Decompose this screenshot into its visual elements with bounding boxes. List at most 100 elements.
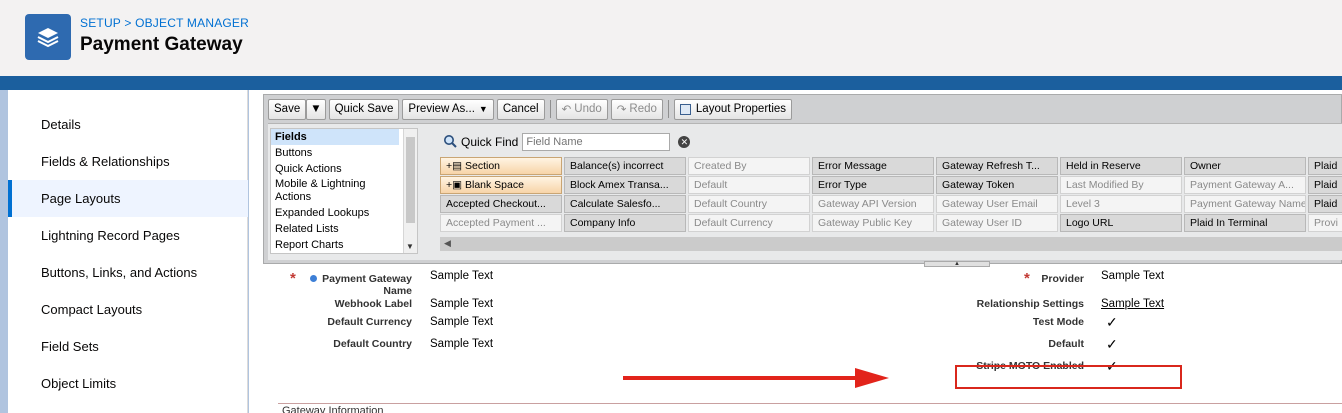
palette-field[interactable]: Accepted Checkout... bbox=[440, 195, 562, 213]
layout-properties-button[interactable]: Layout Properties bbox=[673, 98, 793, 120]
palette-field[interactable]: Plaid bbox=[1308, 157, 1342, 175]
palette-field[interactable]: Error Type bbox=[812, 176, 934, 194]
palette-field[interactable]: Logo URL bbox=[1060, 214, 1182, 232]
clear-icon[interactable]: ✕ bbox=[678, 136, 691, 148]
palette-field[interactable]: Calculate Salesfo... bbox=[564, 195, 686, 213]
palette-field[interactable]: Provi bbox=[1308, 214, 1342, 232]
palette-field[interactable]: Error Message bbox=[812, 157, 934, 175]
scroll-thumb[interactable] bbox=[406, 137, 415, 223]
cancel-button[interactable]: Cancel bbox=[496, 98, 545, 120]
toolbar-divider bbox=[549, 100, 551, 118]
sidebar-item-page-layouts[interactable]: Page Layouts bbox=[8, 180, 248, 217]
required-indicator: * bbox=[290, 270, 296, 287]
palette-field[interactable]: Last Modified By bbox=[1060, 176, 1182, 194]
layout-section: * Payment Gateway Name Sample Text Webho… bbox=[278, 267, 1342, 413]
caret-down-icon: ▼ bbox=[310, 103, 322, 115]
palette-field[interactable]: Owner bbox=[1184, 157, 1306, 175]
palette-field[interactable]: Held in Reserve bbox=[1060, 157, 1182, 175]
redo-label: Redo bbox=[629, 103, 657, 115]
quick-save-button[interactable]: Quick Save bbox=[328, 98, 400, 120]
annotation-highlight-box bbox=[955, 365, 1182, 389]
palette-horizontal-scrollbar[interactable]: ◀ bbox=[440, 237, 1342, 251]
palette-field[interactable]: Level 3 bbox=[1060, 195, 1182, 213]
sidebar-item-lightning-record-pages[interactable]: Lightning Record Pages bbox=[8, 217, 248, 254]
palette-field[interactable]: Gateway Refresh T... bbox=[936, 157, 1058, 175]
category-buttons[interactable]: Buttons bbox=[271, 145, 417, 161]
preview-as-button[interactable]: Preview As... ▼ bbox=[402, 98, 494, 120]
palette-field[interactable]: Payment Gateway Name bbox=[1184, 195, 1306, 213]
category-expanded-lookups[interactable]: Expanded Lookups bbox=[271, 205, 417, 221]
palette-field[interactable]: Balance(s) incorrect bbox=[564, 157, 686, 175]
palette-field[interactable]: Payment Gateway A... bbox=[1184, 176, 1306, 194]
palette-item-label: Section bbox=[464, 160, 501, 172]
field-value[interactable]: Sample Text bbox=[1101, 270, 1164, 282]
editor-toolbar: Save ▼ Quick Save Preview As... ▼ Cancel… bbox=[268, 98, 793, 120]
field-value[interactable]: Sample Text bbox=[430, 298, 493, 310]
sidebar-item-compact-layouts[interactable]: Compact Layouts bbox=[8, 291, 248, 328]
redo-button[interactable]: ↷ Redo bbox=[610, 98, 663, 120]
field-label-default-country: Default Country bbox=[333, 338, 412, 350]
category-quick-actions[interactable]: Quick Actions bbox=[271, 161, 417, 177]
caret-down-icon: ▼ bbox=[478, 104, 488, 114]
palette-field[interactable]: Plaid bbox=[1308, 195, 1342, 213]
field-label-test-mode: Test Mode bbox=[1032, 316, 1084, 328]
preview-as-label: Preview As... bbox=[408, 103, 475, 115]
sidebar-item-fields-relationships[interactable]: Fields & Relationships bbox=[8, 143, 248, 180]
palette-field[interactable]: Gateway User Email bbox=[936, 195, 1058, 213]
palette-field[interactable]: Default Currency bbox=[688, 214, 810, 232]
palette-field[interactable]: Gateway User ID bbox=[936, 214, 1058, 232]
page-header: SETUP > OBJECT MANAGER Payment Gateway bbox=[0, 0, 1342, 78]
field-palette: Fields Buttons Quick Actions Mobile & Li… bbox=[268, 123, 1342, 260]
palette-field-grid: +▤ Section Balance(s) incorrect Created … bbox=[440, 157, 1342, 233]
properties-icon bbox=[679, 103, 691, 115]
scroll-left-icon[interactable]: ◀ bbox=[444, 238, 451, 249]
breadcrumb[interactable]: SETUP > OBJECT MANAGER bbox=[80, 16, 249, 30]
field-label-relationship-settings: Relationship Settings bbox=[976, 298, 1084, 310]
category-mobile-lightning-actions[interactable]: Mobile & Lightning Actions bbox=[271, 177, 403, 205]
checkmark-icon: ✓ bbox=[1106, 336, 1118, 352]
palette-field[interactable]: Plaid bbox=[1308, 176, 1342, 194]
layout-editor: Save ▼ Quick Save Preview As... ▼ Cancel… bbox=[249, 90, 1342, 413]
field-label-provider: Provider bbox=[1041, 273, 1084, 285]
save-button[interactable]: Save bbox=[268, 98, 307, 120]
quick-find-input[interactable] bbox=[522, 133, 671, 151]
setup-sidebar: Details Fields & Relationships Page Layo… bbox=[8, 90, 248, 413]
field-value[interactable]: Sample Text bbox=[430, 270, 493, 282]
undo-icon: ↶ bbox=[561, 104, 572, 116]
palette-field[interactable]: Plaid In Terminal bbox=[1184, 214, 1306, 232]
save-dropdown-button[interactable]: ▼ bbox=[306, 98, 326, 120]
undo-button[interactable]: ↶ Undo bbox=[555, 98, 608, 120]
sidebar-item-details[interactable]: Details bbox=[8, 106, 248, 143]
palette-item-blank-space[interactable]: +▣ Blank Space bbox=[440, 176, 562, 194]
palette-field[interactable]: Default Country bbox=[688, 195, 810, 213]
field-value[interactable]: Sample Text bbox=[430, 316, 493, 328]
category-fields[interactable]: Fields bbox=[271, 129, 399, 145]
palette-field[interactable]: Gateway Public Key bbox=[812, 214, 934, 232]
layers-icon bbox=[25, 14, 71, 60]
undo-label: Undo bbox=[574, 103, 602, 115]
palette-field[interactable]: Created By bbox=[688, 157, 810, 175]
palette-field[interactable]: Default bbox=[688, 176, 810, 194]
sidebar-item-buttons-links-actions[interactable]: Buttons, Links, and Actions bbox=[8, 254, 248, 291]
palette-field[interactable]: Block Amex Transa... bbox=[564, 176, 686, 194]
palette-field[interactable]: Gateway API Version bbox=[812, 195, 934, 213]
field-label-default: Default bbox=[1048, 338, 1084, 350]
category-scrollbar[interactable]: ▼ bbox=[403, 129, 417, 253]
search-icon bbox=[443, 134, 457, 151]
palette-item-section[interactable]: +▤ Section bbox=[440, 157, 562, 175]
redo-icon: ↷ bbox=[616, 104, 627, 116]
field-value-link[interactable]: Sample Text bbox=[1101, 298, 1164, 310]
section-header-gateway-information[interactable]: Gateway Information bbox=[282, 405, 384, 413]
palette-field[interactable]: Gateway Token bbox=[936, 176, 1058, 194]
palette-field[interactable]: Company Info bbox=[564, 214, 686, 232]
scroll-down-icon[interactable]: ▼ bbox=[406, 242, 414, 251]
category-related-lists[interactable]: Related Lists bbox=[271, 221, 417, 237]
save-label: Save bbox=[274, 103, 301, 115]
section-divider bbox=[278, 403, 1342, 404]
sidebar-item-field-sets[interactable]: Field Sets bbox=[8, 328, 248, 365]
field-value[interactable]: Sample Text bbox=[430, 338, 493, 350]
quick-find-label: Quick Find bbox=[461, 135, 519, 149]
palette-field[interactable]: Accepted Payment ... bbox=[440, 214, 562, 232]
category-report-charts[interactable]: Report Charts bbox=[271, 237, 417, 253]
sidebar-item-object-limits[interactable]: Object Limits bbox=[8, 365, 248, 402]
